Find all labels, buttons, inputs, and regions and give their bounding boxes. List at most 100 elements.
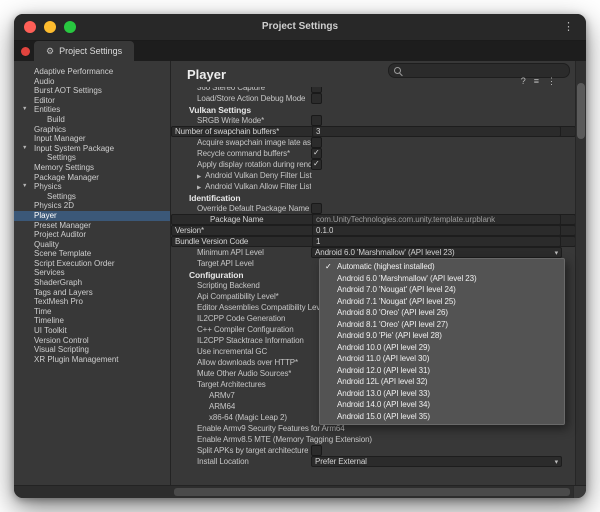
setting-label: ARM64 (209, 402, 235, 411)
sidebar-item[interactable]: Script Execution Order (14, 259, 170, 269)
sidebar-item[interactable]: Timeline (14, 316, 170, 326)
settings-row: Android Vulkan Allow Filter List (171, 181, 576, 192)
checkbox[interactable] (311, 148, 322, 159)
option-label: Android 10.0 (API level 29) (337, 343, 430, 352)
sidebar-item-label: Input System Package (34, 144, 114, 153)
sidebar-item[interactable]: Visual Scripting (14, 345, 170, 355)
dropdown[interactable]: Prefer External (311, 456, 562, 467)
sidebar-item[interactable]: Graphics (14, 125, 170, 135)
dropdown-option[interactable]: Automatic (highest installed) (320, 261, 564, 273)
horizontal-scrollbar[interactable] (14, 485, 586, 498)
setting-control: 3 (312, 128, 561, 135)
sidebar-item[interactable]: UI Toolkit (14, 326, 170, 336)
sidebar-item[interactable]: Settings (14, 192, 170, 202)
setting-control (311, 424, 562, 433)
sidebar-item[interactable]: Physics 2D (14, 201, 170, 211)
text-field[interactable]: 1 (312, 236, 561, 247)
settings-row: Bundle Version Code 1 (171, 236, 576, 247)
sidebar-item[interactable]: Editor (14, 96, 170, 106)
setting-label: Install Location (197, 457, 249, 466)
setting-control (311, 105, 562, 114)
sidebar-item-label: Audio (34, 77, 54, 86)
dropdown-option[interactable]: Android 7.0 'Nougat' (API level 24) (320, 284, 564, 296)
sidebar-item[interactable]: Input System Package (14, 144, 170, 154)
sidebar-item[interactable]: XR Plugin Management (14, 355, 170, 365)
setting-label: Minimum API Level (197, 248, 264, 257)
sidebar-item[interactable]: Physics (14, 182, 170, 192)
more-icon[interactable]: ⋮ (547, 76, 556, 87)
text-field[interactable]: 3 (312, 126, 561, 137)
sidebar-item[interactable]: Services (14, 268, 170, 278)
close-icon[interactable] (21, 47, 30, 56)
sidebar-item[interactable]: Settings (14, 153, 170, 163)
sidebar-item[interactable]: Tags and Layers (14, 288, 170, 298)
dropdown-option[interactable]: Android 7.1 'Nougat' (API level 25) (320, 296, 564, 308)
sidebar-item[interactable]: Adaptive Performance (14, 67, 170, 77)
sidebar-item[interactable]: ShaderGraph (14, 278, 170, 288)
api-level-dropdown-menu: Automatic (highest installed) Android 6.… (319, 258, 565, 425)
option-label: Android 6.0 'Marshmallow' (API level 23) (337, 274, 477, 283)
option-label: Android 14.0 (API level 34) (337, 400, 430, 409)
setting-control (311, 446, 562, 455)
setting-label: 360 Stereo Capture (197, 87, 265, 92)
sidebar-item[interactable]: Burst AOT Settings (14, 86, 170, 96)
sidebar-item[interactable]: Audio (14, 77, 170, 87)
dropdown-option[interactable]: Android 10.0 (API level 29) (320, 342, 564, 354)
setting-label: Package Name (210, 215, 264, 224)
sidebar-item[interactable]: Input Manager (14, 134, 170, 144)
dropdown-option[interactable]: Android 11.0 (API level 30) (320, 353, 564, 365)
dropdown[interactable]: Android 6.0 'Marshmallow' (API level 23) (311, 247, 562, 258)
checkbox[interactable] (311, 445, 322, 456)
option-label: Automatic (highest installed) (337, 262, 435, 271)
preset-icon[interactable]: ≡ (534, 76, 539, 87)
sidebar-item[interactable]: Package Manager (14, 173, 170, 183)
sidebar-item[interactable]: Time (14, 307, 170, 317)
setting-control: com.UnityTechnologies.com.unity.template… (312, 216, 561, 223)
sidebar-item[interactable]: Project Auditor (14, 230, 170, 240)
dropdown-option[interactable]: Android 9.0 'Pie' (API level 28) (320, 330, 564, 342)
sidebar-item[interactable]: Memory Settings (14, 163, 170, 173)
dropdown-option[interactable]: Android 14.0 (API level 34) (320, 399, 564, 411)
sidebar-item[interactable]: Entities (14, 105, 170, 115)
sidebar-item[interactable]: Build (14, 115, 170, 125)
tab-bar: ⚙ Project Settings (14, 41, 586, 61)
vertical-scrollbar[interactable] (575, 61, 586, 485)
setting-label: Recycle command buffers* (197, 149, 290, 158)
sidebar-item-label: Build (47, 115, 65, 124)
sidebar-item-label: Input Manager (34, 134, 86, 143)
sidebar-item[interactable]: Quality (14, 240, 170, 250)
text-field[interactable]: com.UnityTechnologies.com.unity.template… (312, 214, 561, 225)
text-field[interactable]: 0.1.0 (312, 225, 561, 236)
sidebar-item[interactable]: Scene Template (14, 249, 170, 259)
checkbox[interactable] (311, 115, 322, 126)
setting-control (311, 204, 562, 213)
dropdown-value: Android 6.0 'Marshmallow' (API level 23) (315, 248, 555, 257)
dropdown-option[interactable]: Android 15.0 (API level 35) (320, 411, 564, 423)
dropdown-option[interactable]: Android 8.0 'Oreo' (API level 26) (320, 307, 564, 319)
option-label: Android 11.0 (API level 30) (337, 354, 429, 363)
field-value: 0.1.0 (316, 226, 333, 235)
tab-project-settings[interactable]: ⚙ Project Settings (34, 41, 134, 61)
sidebar-item[interactable]: TextMesh Pro (14, 297, 170, 307)
dropdown-option[interactable]: Android 6.0 'Marshmallow' (API level 23) (320, 273, 564, 285)
checkbox[interactable] (311, 159, 322, 170)
sidebar-item-label: ShaderGraph (34, 278, 82, 287)
checkbox[interactable] (311, 93, 322, 104)
project-settings-window: Project Settings ⋮ ⚙ Project Settings Ad… (14, 14, 586, 498)
dropdown-option[interactable]: Android 13.0 (API level 33) (320, 388, 564, 400)
checkbox[interactable] (311, 203, 322, 214)
sidebar-item[interactable]: Version Control (14, 336, 170, 346)
scrollbar-thumb[interactable] (577, 83, 585, 139)
dropdown-option[interactable]: Android 8.1 'Oreo' (API level 27) (320, 319, 564, 331)
help-icon[interactable]: ? (521, 76, 526, 87)
setting-control (311, 138, 562, 147)
window-title: Project Settings (14, 14, 586, 40)
sidebar-item[interactable]: Preset Manager (14, 221, 170, 231)
checkbox[interactable] (311, 137, 322, 148)
hscroll-thumb[interactable] (174, 488, 570, 496)
dropdown-option[interactable]: Android 12.0 (API level 31) (320, 365, 564, 377)
window-more-icon[interactable]: ⋮ (563, 14, 574, 40)
dropdown-option[interactable]: Android 12L (API level 32) (320, 376, 564, 388)
option-label: Android 7.1 'Nougat' (API level 25) (337, 297, 456, 306)
sidebar-item[interactable]: Player (14, 211, 170, 221)
